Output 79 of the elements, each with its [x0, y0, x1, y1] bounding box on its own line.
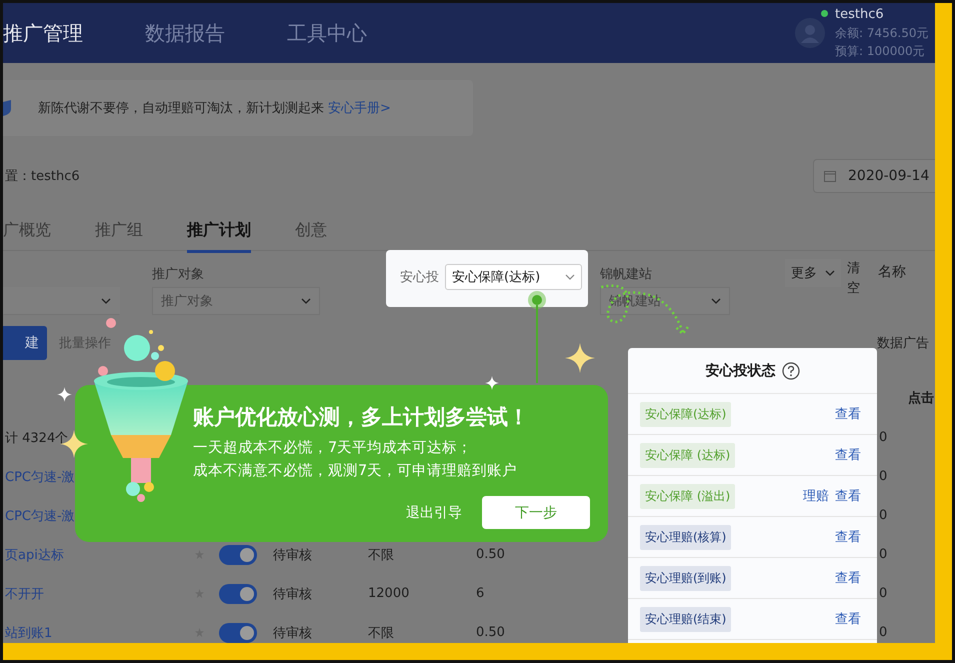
balance-text: 余额: 7456.50元 — [835, 25, 928, 42]
panel-title: 安心投状态 — [706, 362, 776, 380]
nav-tab[interactable]: 推广管理 — [3, 20, 83, 46]
tab[interactable]: 创意 — [295, 212, 327, 252]
table-cell: 0 — [879, 469, 888, 484]
table-cell: 0.50 — [476, 547, 505, 562]
table-cell: 0.50 — [476, 625, 505, 640]
tab[interactable]: 推广组 — [95, 212, 143, 252]
calendar-icon — [824, 170, 836, 182]
action-link[interactable]: 理赔 — [803, 487, 829, 505]
plan-name-link[interactable]: 页api达标 — [5, 546, 64, 564]
table-cell: 0 — [879, 430, 888, 445]
table-cell-text: 不限 — [368, 546, 394, 564]
clear-link[interactable]: 清空 — [847, 259, 860, 298]
select-field[interactable]: 安心保障(达标) — [445, 264, 582, 290]
name-filter-label: 名称 — [878, 263, 906, 281]
table-cell-text: 待审核 — [273, 624, 312, 642]
toggle-switch[interactable] — [219, 584, 257, 604]
action-link[interactable]: 查看 — [835, 610, 861, 628]
shield-icon — [3, 100, 13, 116]
sparkle-icon — [565, 343, 595, 373]
toggle-switch[interactable] — [219, 622, 257, 642]
filter-label: 推广对象 — [152, 266, 205, 283]
chevron-icon — [101, 298, 111, 304]
action-link[interactable]: 查看 — [835, 528, 861, 546]
table-cell: 0 — [879, 625, 888, 640]
tab[interactable]: 推广计划 — [187, 212, 251, 252]
plan-name-link[interactable]: 不开开 — [5, 584, 44, 602]
data-ads-label: 数据广告 — [877, 335, 929, 352]
status-tag: 安心保障 (达标) — [640, 442, 736, 468]
action-link[interactable]: 查看 — [835, 405, 861, 423]
next-step-button[interactable]: 下一步 — [482, 496, 590, 529]
chevron-icon — [711, 298, 721, 304]
action-link[interactable]: 查看 — [835, 446, 861, 464]
status-tag: 安心保障(达标) — [640, 402, 732, 426]
exit-guide-link[interactable]: 退出引导 — [406, 504, 462, 522]
manual-link[interactable]: 安心手册> — [328, 99, 391, 117]
avatar-icon[interactable] — [795, 18, 825, 48]
plan-name-link[interactable]: CPC匀速-激 — [5, 506, 75, 524]
plan-name-link[interactable]: CPC匀速-激 — [5, 468, 75, 486]
chevron-icon — [825, 270, 835, 276]
total-count: 计 4324个 — [5, 430, 68, 446]
toggle-switch[interactable] — [219, 544, 257, 564]
status-tag: 安心理赔(结束) — [640, 606, 732, 632]
action-link[interactable]: 查看 — [835, 487, 861, 505]
tab[interactable]: 广概览 — [3, 212, 51, 252]
notice-text: 新陈代谢不要停，自动理赔可淘汰，新计划测起来 — [38, 100, 324, 117]
status-tag: 安心理赔(到账) — [640, 566, 732, 590]
nav-tab[interactable]: 工具中心 — [287, 20, 367, 46]
nav-tab[interactable]: 数据报告 — [145, 20, 225, 46]
table-cell-text: 待审核 — [273, 586, 312, 602]
chevron-icon — [301, 298, 311, 304]
column-header: 点击 — [908, 390, 934, 407]
action-link[interactable]: 查看 — [835, 569, 861, 587]
table-cell: 12000 — [368, 586, 410, 601]
table-cell: 0 — [879, 508, 888, 523]
table-cell-text: 待审核 — [273, 546, 312, 564]
table-cell: 0 — [879, 586, 888, 601]
new-button[interactable]: 建 — [3, 326, 47, 360]
user-name: testhc6 — [835, 6, 885, 24]
table-cell: 0 — [879, 547, 888, 562]
help-icon[interactable] — [782, 362, 800, 380]
table-cell-text: 不限 — [368, 624, 394, 642]
plan-name-link[interactable]: 站到账1 — [5, 624, 52, 642]
sparkle-icon — [57, 387, 72, 402]
sparkle-icon — [485, 376, 499, 390]
guide-title: 账户优化放心测，多上计划多尝试！ — [193, 404, 530, 431]
guide-text: 成本不满意不必慌，观测7天，可申请理赔到账户 — [193, 462, 518, 481]
chevron-icon — [565, 274, 575, 280]
select-field[interactable]: 推广对象 — [152, 287, 320, 315]
field-label: 安心投 — [400, 268, 439, 286]
status-tag: 安心保障 (溢出) — [640, 484, 736, 508]
status-tag: 安心理赔(核算) — [640, 524, 732, 550]
account-label: 置：testhc6 — [4, 168, 80, 185]
budget-text: 预算: 100000元 — [835, 43, 926, 60]
date-field[interactable]: 2020-09-14 — [813, 159, 935, 193]
table-cell: 6 — [476, 586, 484, 601]
filter-label: 锦帆建站 — [600, 266, 653, 283]
guide-text: 一天超成本不必慌，7天平均成本可达标； — [193, 439, 474, 458]
